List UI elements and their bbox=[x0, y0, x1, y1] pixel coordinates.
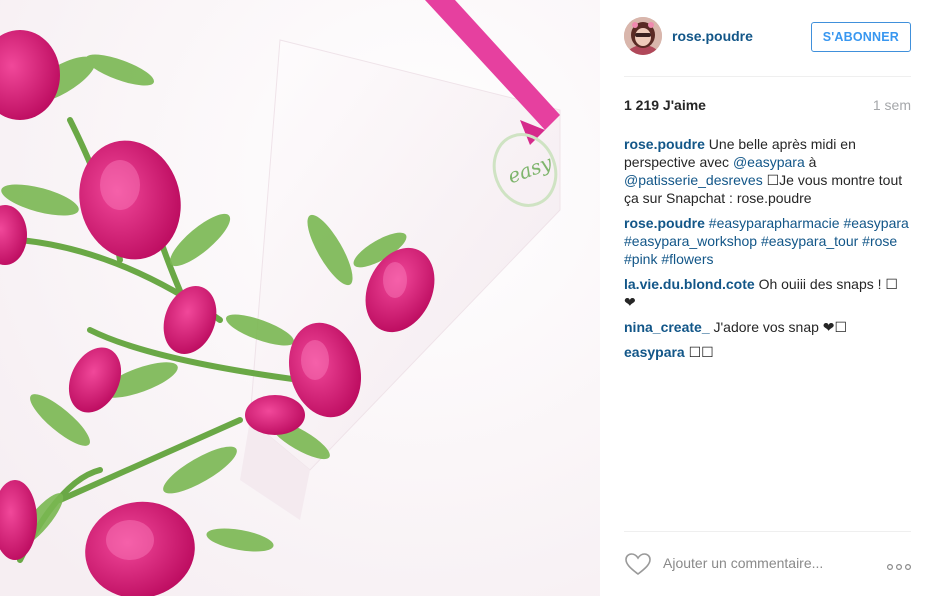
comment-author-link[interactable]: nina_create_ bbox=[624, 319, 710, 335]
comment-item: la.vie.du.blond.cote Oh ouiii des snaps … bbox=[624, 275, 911, 311]
hashtag-link[interactable]: #easypara_workshop bbox=[624, 233, 757, 249]
post-header: rose.poudre S'ABONNER bbox=[624, 17, 911, 57]
add-comment-row bbox=[624, 548, 912, 582]
comment-item: nina_create_ J'adore vos snap ❤☐ bbox=[624, 318, 911, 336]
comment-author-link[interactable]: la.vie.du.blond.cote bbox=[624, 276, 755, 292]
hashtag-link[interactable]: #easyparapharmacie bbox=[709, 215, 840, 231]
mention-link[interactable]: @patisserie_desreves bbox=[624, 172, 763, 188]
header-divider bbox=[624, 76, 911, 77]
hashtag-link[interactable]: #easypara bbox=[843, 215, 908, 231]
hashtag-link[interactable]: #pink bbox=[624, 251, 657, 267]
comment-item: rose.poudre Une belle après midi en pers… bbox=[624, 135, 911, 207]
likes-count[interactable]: 1 219 J'aime bbox=[624, 97, 706, 113]
comment-item: rose.poudre #easyparapharmacie #easypara… bbox=[624, 214, 911, 268]
hashtag-link[interactable]: #rose bbox=[862, 233, 897, 249]
comment-item: easypara ☐☐ bbox=[624, 343, 911, 361]
flower-photo-image: easy bbox=[0, 0, 600, 596]
comment-author-link[interactable]: rose.poudre bbox=[624, 136, 705, 152]
heart-outline-icon[interactable] bbox=[624, 552, 652, 581]
post-photo[interactable]: easy bbox=[0, 0, 600, 596]
hashtag-link[interactable]: #flowers bbox=[661, 251, 713, 267]
comment-text: ☐☐ bbox=[684, 344, 714, 360]
mention-link[interactable]: @easypara bbox=[733, 154, 805, 170]
comments-list: rose.poudre Une belle après midi en pers… bbox=[624, 135, 911, 368]
follow-button[interactable]: S'ABONNER bbox=[810, 22, 911, 52]
hashtag-link[interactable]: #easypara_tour bbox=[761, 233, 858, 249]
comment-text: à bbox=[804, 154, 817, 170]
comment-author-link[interactable]: rose.poudre bbox=[624, 215, 705, 231]
username-link[interactable]: rose.poudre bbox=[672, 28, 753, 44]
more-options-icon[interactable] bbox=[886, 558, 912, 576]
post-timestamp[interactable]: 1 sem bbox=[873, 97, 911, 113]
post-details-panel: rose.poudre S'ABONNER 1 219 J'aime 1 sem… bbox=[624, 0, 912, 596]
comment-author-link[interactable]: easypara bbox=[624, 344, 685, 360]
avatar-image bbox=[624, 17, 662, 55]
comments-divider bbox=[624, 531, 911, 532]
comment-input[interactable] bbox=[663, 555, 873, 571]
avatar[interactable] bbox=[624, 17, 662, 55]
comment-text: J'adore vos snap ❤☐ bbox=[709, 319, 848, 335]
